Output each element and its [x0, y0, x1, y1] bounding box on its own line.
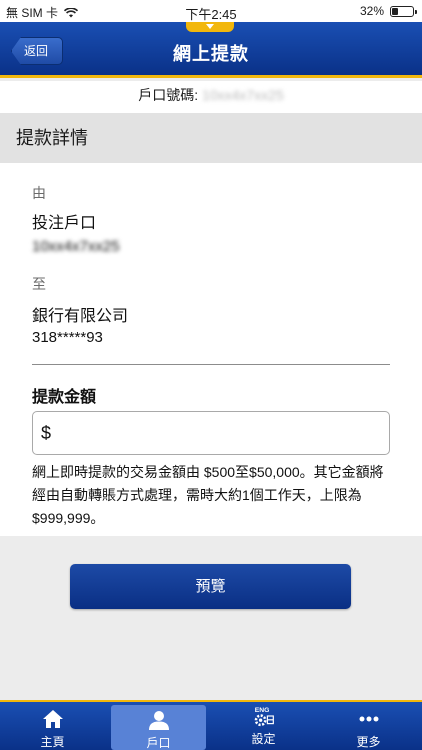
currency-symbol: $	[41, 423, 52, 443]
amount-input[interactable]: $	[32, 411, 390, 455]
to-bank-name: 銀行有限公司	[32, 308, 129, 325]
pull-down-handle[interactable]	[186, 22, 234, 32]
preview-button[interactable]: 預覽	[70, 564, 351, 609]
home-icon	[42, 710, 63, 728]
account-number-row: 戶口號碼: 10xx4x7xx25	[0, 81, 422, 113]
amount-note: 網上即時提款的交易金額由 $500至$50,000。其它金額將經由自動轉賬方式處…	[32, 464, 384, 526]
page-title: 網上提款	[173, 44, 249, 64]
tab-home[interactable]: 主頁	[0, 702, 105, 750]
from-label: 由	[32, 185, 46, 201]
status-bar: 無 SIM 卡 下午2:45 32%	[0, 0, 422, 22]
tab-more-label: 更多	[356, 735, 381, 749]
user-icon	[148, 711, 169, 730]
section-title: 提款詳情	[0, 113, 422, 163]
settings-icon-text: ENG	[254, 707, 269, 714]
from-account-number: 10xx4x7xx25	[32, 238, 120, 255]
tab-settings-label: 設定	[251, 732, 276, 746]
status-right: 32%	[359, 4, 417, 18]
status-time: 下午2:45	[185, 7, 237, 22]
battery-icon	[390, 5, 417, 17]
tab-settings[interactable]: ENG 設定	[211, 702, 316, 750]
tab-account[interactable]: 戶口	[111, 705, 206, 750]
to-label: 至	[32, 276, 46, 292]
from-account-name: 投注戶口	[32, 215, 97, 232]
settings-gear-icon: ENG	[254, 707, 274, 727]
amount-label: 提款金額	[32, 389, 97, 406]
bottom-tab-bar: 主頁 戶口 ENG 設定 更多	[0, 700, 422, 750]
divider	[32, 364, 390, 365]
tab-account-label: 戶口	[146, 736, 171, 750]
more-dots-icon	[359, 716, 378, 722]
battery-fill	[392, 7, 399, 15]
account-label: 戶口號碼:	[138, 87, 199, 103]
withdrawal-details-card: 由 投注戶口 10xx4x7xx25 至 銀行有限公司 318*****93 提…	[0, 163, 422, 536]
to-account-number: 318*****93	[32, 329, 103, 346]
app-header: 返回 網上提款	[0, 22, 422, 78]
tab-home-label: 主頁	[40, 735, 65, 749]
battery-percent: 32%	[359, 4, 384, 18]
tab-more[interactable]: 更多	[316, 702, 421, 750]
account-number: 10xx4x7xx25	[202, 87, 284, 103]
